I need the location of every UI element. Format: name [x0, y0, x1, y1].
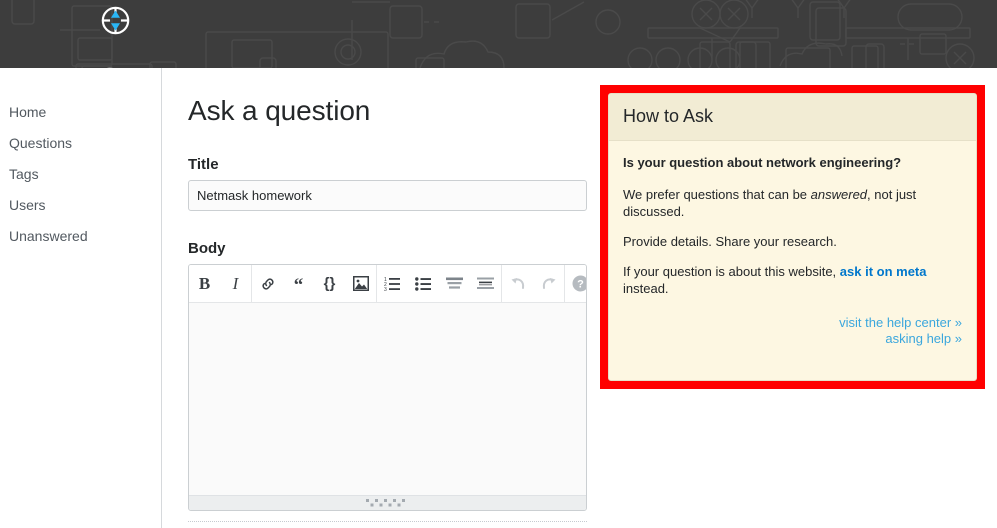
- horizontal-rule-icon[interactable]: [470, 265, 501, 303]
- ordered-list-icon[interactable]: 123: [377, 265, 408, 303]
- title-input[interactable]: [188, 180, 587, 211]
- link-icon[interactable]: [252, 265, 283, 303]
- toolbar-group-insert: “ {}: [252, 265, 377, 303]
- help-icon[interactable]: ?: [565, 265, 586, 303]
- asking-help-link[interactable]: asking help »: [623, 331, 962, 347]
- site-header: NETWORK ENGINEERING: [0, 0, 997, 68]
- undo-icon[interactable]: [502, 265, 533, 303]
- how-to-ask-paragraph-2: Provide details. Share your research.: [623, 234, 837, 249]
- para1-emphasis: answered: [810, 187, 868, 202]
- heading-icon[interactable]: [439, 265, 470, 303]
- toolbar-group-text: B I: [189, 265, 252, 303]
- left-sidebar-nav: Home Questions Tags Users Unanswered: [0, 68, 162, 528]
- para1-before: We prefer questions that can be: [623, 187, 811, 202]
- page-title: Ask a question: [188, 95, 371, 126]
- svg-text:3: 3: [384, 287, 387, 291]
- logo-line-network: NETWORK: [12, 64, 218, 69]
- body-editor: B I “ {} 1 2 3 ?: [188, 264, 587, 511]
- sidebar-item-home[interactable]: Home: [0, 97, 161, 128]
- toolbar-group-help: ?: [565, 265, 586, 303]
- toolbar-group-block: 123: [377, 265, 502, 303]
- para3-after: instead.: [623, 281, 669, 296]
- bulleted-list-icon[interactable]: [408, 265, 439, 303]
- textarea-resize-grip[interactable]: [189, 495, 586, 510]
- sidebar-item-questions[interactable]: Questions: [0, 128, 161, 159]
- para3-before: If your question is about this website,: [623, 264, 840, 279]
- toolbar-group-history: [502, 265, 565, 303]
- network-target-icon: [101, 6, 130, 35]
- how-to-ask-paragraph-1: We prefer questions that can be answered…: [623, 186, 962, 220]
- how-to-ask-paragraph-3: If your question is about this website, …: [623, 263, 962, 297]
- how-to-ask-question-prompt: Is your question about network engineeri…: [623, 155, 902, 170]
- sidebar-item-list: Home Questions Tags Users Unanswered: [0, 97, 161, 252]
- code-icon[interactable]: {}: [314, 265, 345, 303]
- blockquote-icon[interactable]: “: [283, 265, 314, 303]
- bold-icon[interactable]: B: [189, 265, 220, 303]
- how-to-ask-highlight-box: How to Ask Is your question about networ…: [600, 85, 985, 389]
- sidebar-item-users[interactable]: Users: [0, 190, 161, 221]
- ask-on-meta-link[interactable]: ask it on meta: [840, 264, 927, 279]
- redo-icon[interactable]: [533, 265, 564, 303]
- how-to-ask-body: Is your question about network engineeri…: [609, 141, 976, 357]
- title-field-label: Title: [188, 156, 219, 173]
- how-to-ask-heading: How to Ask: [609, 94, 976, 141]
- how-to-ask-footer-links: visit the help center » asking help »: [623, 315, 962, 347]
- italic-icon[interactable]: I: [220, 265, 251, 303]
- ask-question-form: Ask a question Title Body B I “: [188, 68, 588, 522]
- svg-text:?: ?: [577, 279, 584, 291]
- how-to-ask-card: How to Ask Is your question about networ…: [608, 93, 977, 381]
- sidebar-item-unanswered[interactable]: Unanswered: [0, 221, 161, 252]
- sidebar-item-tags[interactable]: Tags: [0, 159, 161, 190]
- image-icon[interactable]: [345, 265, 376, 303]
- form-divider: [188, 521, 587, 522]
- help-center-link[interactable]: visit the help center »: [623, 315, 962, 331]
- body-textarea[interactable]: [189, 303, 586, 495]
- body-field-label: Body: [188, 240, 226, 257]
- editor-toolbar: B I “ {} 1 2 3 ?: [189, 265, 586, 303]
